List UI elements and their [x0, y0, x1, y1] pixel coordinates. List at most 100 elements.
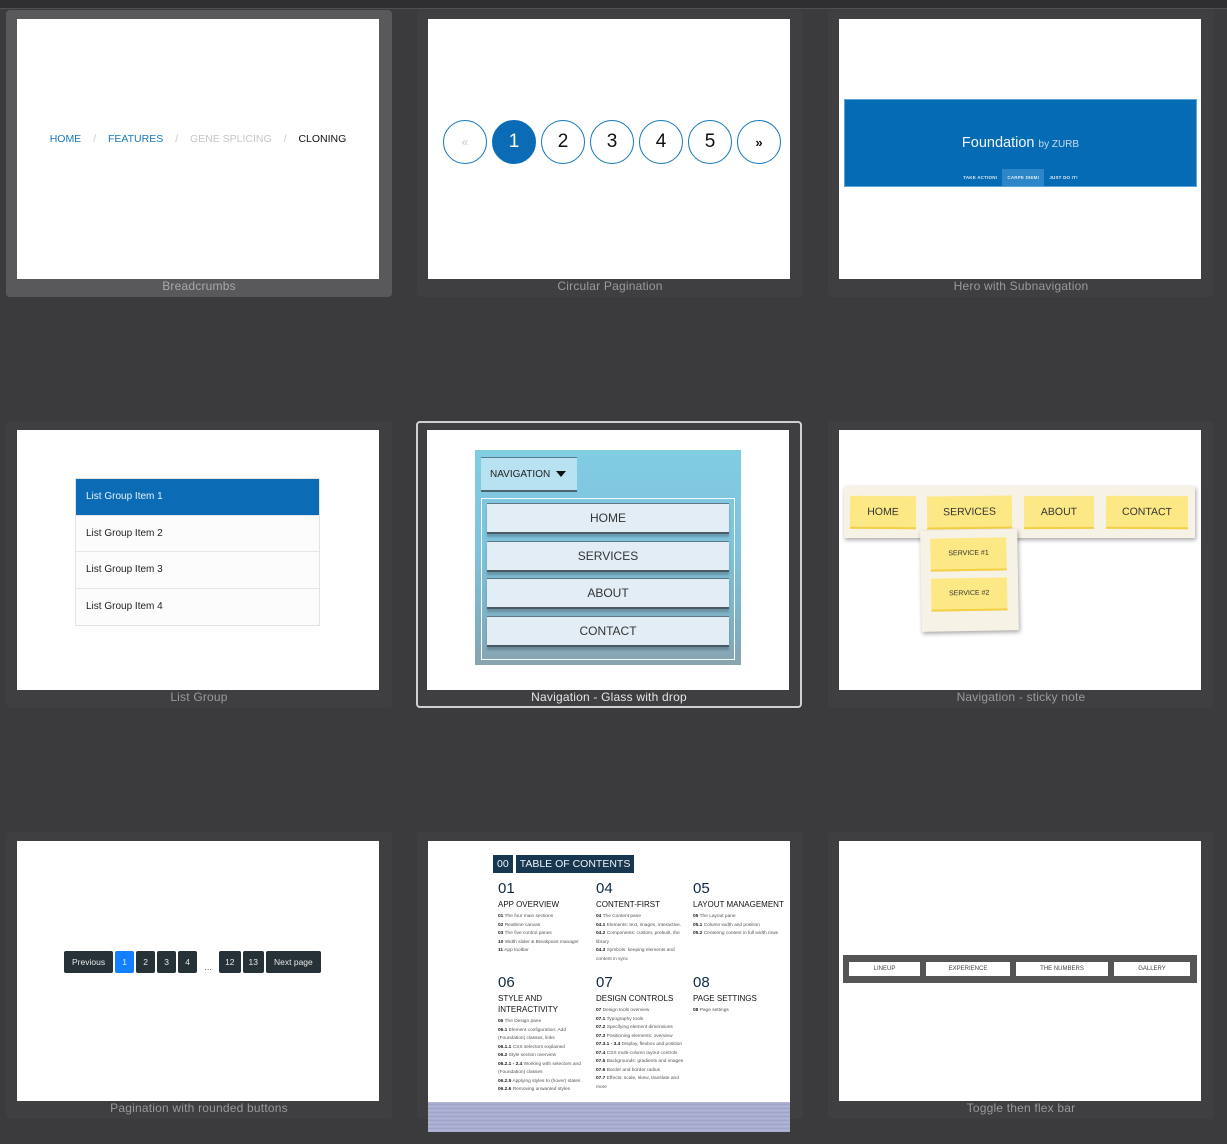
pagination-page-button[interactable]: 5 [688, 120, 732, 164]
toc-entry[interactable]: 06.2.5 Applying styles to (hover) states [498, 1078, 593, 1087]
toc-entry[interactable]: 07 Design tools overview [596, 1007, 691, 1016]
nav-item-contact[interactable]: CONTACT [1105, 495, 1189, 530]
toc-entry-text: The Design pane [504, 1019, 542, 1024]
list-item[interactable]: List Group Item 4 [76, 588, 319, 625]
template-tile-circular-pagination[interactable]: « 1 2 3 4 5 » Circular Pagination [417, 10, 803, 297]
toc-entry[interactable]: 07.1 Typography tools [596, 1016, 691, 1025]
toc-entry-number: 11 [498, 948, 504, 953]
pagination-prev-button[interactable]: « [443, 120, 487, 164]
toc-entry[interactable]: 02 Realtime canvas [498, 922, 593, 931]
pagination-next-button[interactable]: Next page [266, 951, 321, 973]
template-tile-table-of-contents[interactable]: 00 TABLE OF CONTENTS 01 APP OVERVIEW 01 Th… [417, 832, 803, 1132]
toc-entry[interactable]: 06.1 Element configuration: Add (Foundat… [498, 1027, 593, 1044]
toc-entry[interactable]: 08 Page settings [693, 1007, 788, 1016]
flex-bar-item[interactable]: GALLERY [1114, 962, 1190, 976]
pagination-page-button[interactable]: 13 [242, 951, 265, 973]
breadcrumb-item[interactable]: HOME [50, 133, 82, 145]
pagination-ellipsis: ... [204, 962, 212, 972]
toc-entry[interactable]: 06.2.1 - 2.4 Working with selectors and … [498, 1061, 593, 1078]
toc-entry[interactable]: 04.2 Components: custom, prebuilt, the l… [596, 930, 691, 947]
toc-entry-text: Column width and position [703, 922, 760, 928]
breadcrumb-item[interactable]: FEATURES [108, 133, 163, 145]
toc-entry[interactable]: 07.4 CSS multi-column layout controls [596, 1050, 691, 1059]
toc-entry[interactable]: 06.1.1 CSS selectors explained [498, 1044, 593, 1053]
toc-entry[interactable]: 05.1 Column width and position [693, 922, 788, 931]
toc-entry-text: Removing unwanted styles [512, 1087, 571, 1092]
subnav-item[interactable]: SERVICE #2 [930, 577, 1008, 612]
tile-preview: 00 TABLE OF CONTENTS 01 APP OVERVIEW 01 Th… [428, 841, 790, 1132]
template-tile-nav-glass[interactable]: NAVIGATION HOME SERVICES ABOUT CONTACT N… [416, 421, 802, 708]
toc-entry[interactable]: 01 The four main sections [498, 913, 593, 922]
pagination-next-button[interactable]: » [737, 120, 781, 164]
tile-preview: HOME SERVICES ABOUT CONTACT SERVICE #1 S… [839, 430, 1201, 690]
toc-entry[interactable]: 04.3 Symbols: keeping elements and conte… [596, 947, 691, 964]
pagination-page-button[interactable]: 4 [639, 120, 683, 164]
toc-entry[interactable]: 07.3.1 - 3.4 Display, flexbox and positi… [596, 1041, 691, 1050]
nav-item-about[interactable]: ABOUT [1023, 495, 1095, 530]
toc-entry-number: 06.1.1 [498, 1044, 512, 1050]
template-tile-nav-sticky[interactable]: HOME SERVICES ABOUT CONTACT SERVICE #1 S… [828, 421, 1214, 708]
toc-entry[interactable]: 06.2 Style section overview [498, 1052, 593, 1061]
toc-header: 00 TABLE OF CONTENTS [493, 855, 790, 873]
list-item[interactable]: List Group Item 2 [76, 515, 319, 552]
template-tile-hero-subnav[interactable]: Foundation by ZURB TAKE ACTION! CARPE DI… [828, 10, 1214, 297]
toc-entry[interactable]: 06 The Design pane [498, 1018, 593, 1027]
subnav-item[interactable]: JUST DO IT! [1044, 169, 1082, 186]
toc-entry-number: 06.1 [498, 1027, 508, 1033]
template-tile-list-group[interactable]: List Group Item 1 List Group Item 2 List… [6, 421, 392, 708]
toc-entry[interactable]: 03 The five control panes [498, 930, 593, 939]
navigation-toggle-button[interactable]: NAVIGATION [481, 457, 577, 492]
template-tile-toggle-flex[interactable]: LINEUP EXPERIENCE THE NUMBERS GALLERY To… [828, 832, 1214, 1119]
toc-entry-text: Effects: scale, skew, translate and more [596, 1076, 679, 1090]
flex-bar-item[interactable]: LINEUP [849, 962, 920, 976]
toc-entry[interactable]: 04.1 Elements: text, images, interactive… [596, 922, 691, 931]
pagination-page-button[interactable]: 4 [178, 951, 198, 973]
pagination-page-button[interactable]: 3 [590, 120, 634, 164]
toc-entry-text: The Layout pane [699, 914, 736, 919]
nav-item-services[interactable]: SERVICES [926, 495, 1013, 530]
toc-entry[interactable]: 06.2.6 Removing unwanted styles [498, 1086, 593, 1095]
pagination-previous-button[interactable]: Previous [64, 951, 114, 973]
nav-item-contact[interactable]: CONTACT [487, 615, 729, 647]
toc-entry[interactable]: 07.2 Specifying element dimensions [596, 1024, 691, 1033]
toc-entry[interactable]: 05 The Layout pane [693, 913, 788, 922]
pagination-page-button[interactable]: 1 [492, 120, 536, 164]
list-item[interactable]: List Group Item 3 [76, 552, 319, 589]
tile-preview: List Group Item 1 List Group Item 2 List… [17, 430, 379, 690]
toc-entry-text: Backgrounds: gradients and images [606, 1059, 684, 1064]
flex-bar-item[interactable]: THE NUMBERS [1016, 962, 1108, 976]
toc-entry-number: 04 [596, 914, 602, 919]
toc-entry[interactable]: 05.2 Centering content in full width row… [693, 930, 788, 939]
subnav-item[interactable]: SERVICE #1 [930, 537, 1007, 572]
toc-entry[interactable]: 10 Width slider & Breakpoint manager [498, 939, 593, 948]
toc-entry[interactable]: 07.7 Effects: scale, skew, translate and… [596, 1075, 691, 1092]
toc-entry[interactable]: 07.5 Backgrounds: gradients and images [596, 1058, 691, 1067]
nav-item-services[interactable]: SERVICES [487, 540, 729, 572]
toc-entry-text: App toolbar [504, 948, 529, 953]
flex-bar-item[interactable]: EXPERIENCE [926, 962, 1010, 976]
nav-item-about[interactable]: ABOUT [487, 578, 729, 609]
nav-item-home[interactable]: HOME [849, 495, 917, 530]
navigation-toggle-label: NAVIGATION [490, 468, 551, 480]
pagination-page-button[interactable]: 3 [157, 951, 177, 973]
pagination-page-button[interactable]: 12 [219, 951, 241, 973]
pagination-page-button[interactable]: 2 [136, 951, 156, 973]
list-item-active[interactable]: List Group Item 1 [76, 479, 319, 516]
pagination-page-button[interactable]: 2 [541, 120, 585, 164]
toc-entry[interactable]: 11 App toolbar [498, 947, 593, 956]
nav-item-home[interactable]: HOME [487, 503, 729, 534]
subnav-item-active[interactable]: CARPE DIEM! [1002, 169, 1045, 186]
tile-preview: Previous 1 2 3 4 ... 12 13 Next page [17, 841, 379, 1101]
template-tile-breadcrumbs[interactable]: HOME / FEATURES / GENE SPLICING / CLONIN… [6, 10, 392, 297]
toc-entry[interactable]: 07.6 Border and border radius [596, 1067, 691, 1076]
subnav-item[interactable]: TAKE ACTION! [958, 169, 1002, 186]
template-tile-rounded-pagination[interactable]: Previous 1 2 3 4 ... 12 13 Next page Pag… [6, 832, 392, 1119]
toc-entry[interactable]: 04 The Content pane [596, 913, 691, 922]
toc-entry-number: 10 [498, 939, 504, 945]
toc-entry-number: 04.1 [596, 922, 606, 928]
toc-entry-number: 07.7 [596, 1076, 606, 1081]
toc-header-number: 00 [493, 855, 513, 873]
toc-entry[interactable]: 07.3 Positioning elements: overview [596, 1033, 691, 1042]
toc-section-title: LAYOUT MANAGEMENT [693, 900, 784, 909]
pagination-page-button[interactable]: 1 [115, 951, 135, 973]
